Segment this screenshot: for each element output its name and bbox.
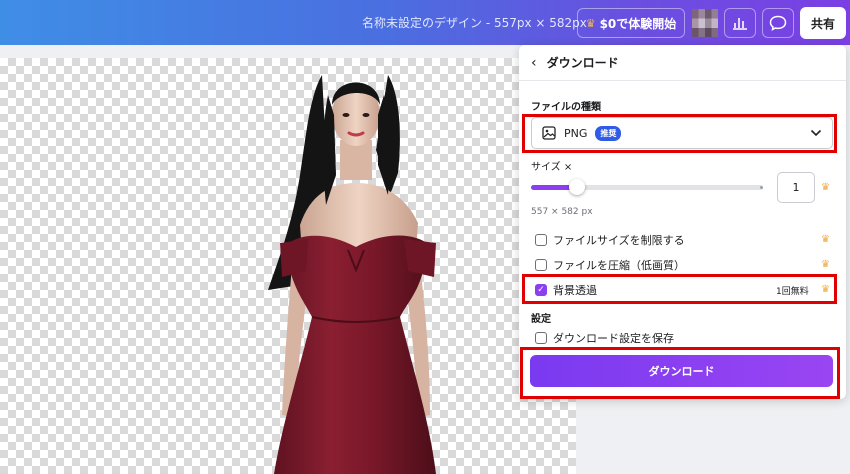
free-once-note: 1回無料 (776, 287, 809, 297)
limit-file-size-option[interactable]: ファイルサイズを制限する (535, 232, 685, 248)
size-input[interactable]: 1 (777, 172, 815, 203)
compress-file-label: ファイルを圧縮（低画質） (553, 259, 685, 272)
top-bar: 名称未設定のデザイン - 557px × 582px ♛ $0で体験開始 共有 (0, 0, 850, 45)
transparent-background-label: 背景透過 (553, 284, 597, 297)
chevron-down-icon (810, 129, 822, 137)
insights-button[interactable] (724, 8, 756, 38)
crown-icon: ♛ (821, 234, 830, 245)
file-type-select[interactable]: PNG 推奨 (531, 117, 833, 149)
limit-file-size-checkbox[interactable] (535, 234, 547, 246)
size-slider[interactable] (531, 179, 763, 195)
crown-icon: ♛ (821, 284, 830, 295)
bar-chart-icon (733, 18, 747, 30)
transparent-background-checkbox[interactable]: ✓ (535, 284, 547, 296)
panel-title: ダウンロード (546, 56, 619, 70)
settings-label: 設定 (531, 314, 551, 325)
file-type-value: PNG (564, 126, 588, 140)
design-title[interactable]: 名称未設定のデザイン - 557px × 582px (362, 14, 587, 31)
slider-end-dot (760, 186, 763, 189)
save-settings-checkbox[interactable] (535, 332, 547, 344)
woman-in-red-dress-image[interactable] (240, 55, 470, 474)
trial-button-label: $0で体験開始 (599, 16, 677, 31)
back-arrow-icon[interactable]: ‹ (531, 55, 537, 71)
dimensions-text: 557 × 582 px (531, 207, 593, 217)
limit-file-size-label: ファイルサイズを制限する (553, 234, 685, 247)
compress-file-option[interactable]: ファイルを圧縮（低画質） (535, 257, 685, 273)
comment-icon (769, 15, 787, 31)
free-trial-button[interactable]: ♛ $0で体験開始 (577, 8, 685, 38)
download-button[interactable]: ダウンロード (530, 355, 833, 387)
crown-icon: ♛ (585, 16, 596, 30)
panel-header: ‹ ダウンロード (519, 45, 846, 81)
save-settings-option[interactable]: ダウンロード設定を保存 (535, 330, 674, 346)
file-type-label: ファイルの種類 (531, 102, 601, 113)
size-slider-thumb[interactable] (569, 179, 586, 195)
image-icon (542, 126, 556, 140)
crown-icon: ♛ (821, 182, 830, 193)
crown-icon: ♛ (821, 259, 830, 270)
avatar[interactable] (692, 9, 718, 37)
transparent-background-option[interactable]: ✓ 背景透過 (535, 282, 597, 298)
recommended-badge: 推奨 (595, 125, 622, 141)
download-panel: ‹ ダウンロード ファイルの種類 PNG 推奨 サイズ × 1 ♛ 557 × … (519, 45, 846, 399)
comment-button[interactable] (762, 8, 794, 38)
share-button[interactable]: 共有 (800, 7, 846, 39)
size-label: サイズ × (531, 162, 573, 173)
compress-file-checkbox[interactable] (535, 259, 547, 271)
save-settings-label: ダウンロード設定を保存 (553, 332, 674, 345)
